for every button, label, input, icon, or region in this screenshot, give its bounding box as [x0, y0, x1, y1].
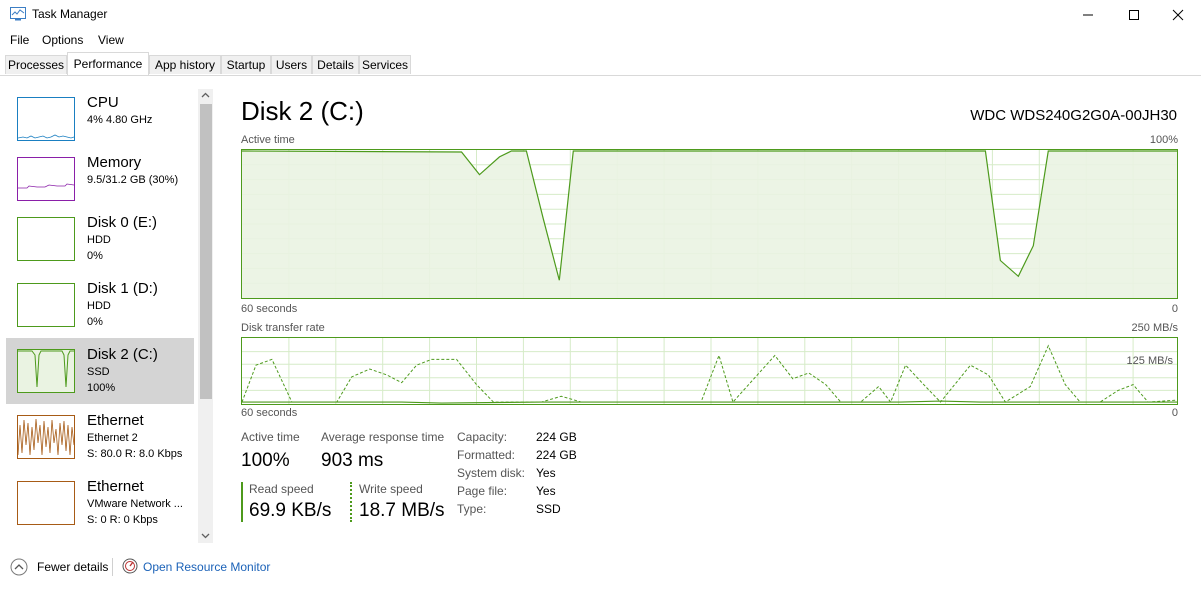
window-title: Task Manager — [32, 7, 108, 21]
sidebar-item-throughput: S: 80.0 R: 8.0 Kbps — [87, 448, 183, 460]
tab-bar: Processes Performance App history Startu… — [0, 50, 1201, 76]
formatted-value: 224 GB — [536, 448, 577, 462]
transfer-rate-graph-mid: 125 MB/s — [1126, 355, 1173, 367]
formatted-label: Formatted: — [457, 448, 516, 462]
menu-options[interactable]: Options — [42, 33, 83, 47]
tab-details[interactable]: Details — [312, 55, 359, 74]
tab-users[interactable]: Users — [271, 55, 312, 74]
system-disk-label: System disk: — [457, 466, 526, 480]
active-time-graph-max: 100% — [1149, 134, 1178, 146]
sidebar-item-name: Disk 0 (E:) — [87, 214, 158, 231]
page-file-value: Yes — [536, 484, 556, 498]
sidebar-item-name: Disk 2 (C:) — [87, 346, 158, 363]
maximize-button[interactable] — [1111, 0, 1157, 30]
type-value: SSD — [536, 502, 561, 516]
sidebar-item-throughput: S: 0 R: 0 Kbps — [87, 514, 158, 526]
tab-app-history[interactable]: App history — [149, 55, 221, 74]
minimize-icon — [1083, 14, 1093, 16]
write-speed-value: 18.7 MB/s — [359, 500, 445, 521]
tab-startup[interactable]: Startup — [221, 55, 271, 74]
sidebar-item-name: Memory — [87, 154, 142, 171]
disk-0-thumbnail-graph — [17, 217, 75, 261]
tab-services[interactable]: Services — [359, 55, 411, 74]
avg-response-time-label: Average response time — [321, 430, 445, 444]
sidebar-item-usage: 100% — [87, 382, 116, 394]
sidebar-item-name: Ethernet — [87, 412, 144, 429]
minimize-button[interactable] — [1065, 0, 1111, 30]
transfer-rate-graph-label: Disk transfer rate — [241, 322, 325, 334]
footer-divider — [112, 558, 113, 576]
transfer-rate-graph-max: 250 MB/s — [1131, 322, 1178, 334]
cpu-thumbnail-graph — [17, 97, 75, 141]
sidebar-item-adapter: VMware Network ... — [87, 498, 183, 510]
scroll-up-arrow-icon[interactable] — [201, 92, 210, 98]
menu-file[interactable]: File — [10, 33, 29, 47]
page-file-label: Page file: — [457, 484, 508, 498]
sidebar-item-usage: 0% — [87, 250, 103, 262]
sidebar-item-name: Ethernet — [87, 478, 144, 495]
read-speed-value: 69.9 KB/s — [249, 500, 332, 521]
read-speed-label: Read speed — [249, 482, 314, 496]
sidebar-item-disk-1[interactable]: Disk 1 (D:) HDD 0% — [6, 272, 194, 338]
sidebar-item-detail: 9.5/31.2 GB (30%) — [87, 174, 179, 186]
memory-thumbnail-graph — [17, 157, 75, 201]
capacity-value: 224 GB — [536, 430, 577, 444]
sidebar-item-adapter: Ethernet 2 — [87, 432, 138, 444]
page-title: Disk 2 (C:) — [241, 96, 364, 126]
close-icon — [1172, 9, 1184, 21]
ethernet-thumbnail-graph — [17, 415, 75, 459]
sidebar-item-type: SSD — [87, 366, 110, 378]
active-time-graph-label: Active time — [241, 134, 295, 146]
system-disk-value: Yes — [536, 466, 556, 480]
footer-bar: Fewer details Open Resource Monitor — [0, 548, 1201, 591]
scroll-down-arrow-icon[interactable] — [201, 533, 210, 539]
sidebar-scroll-thumb[interactable] — [200, 104, 212, 399]
active-time-graph — [241, 149, 1178, 299]
sidebar-item-type: HDD — [87, 300, 111, 312]
transfer-rate-graph — [241, 337, 1178, 405]
capacity-label: Capacity: — [457, 430, 508, 444]
write-speed-label: Write speed — [359, 482, 423, 496]
menu-view[interactable]: View — [98, 33, 124, 47]
tab-processes[interactable]: Processes — [5, 55, 67, 74]
sidebar-item-type: HDD — [87, 234, 111, 246]
write-speed-legend-bar — [350, 482, 352, 522]
read-speed-legend-bar — [241, 482, 243, 522]
tab-performance[interactable]: Performance — [67, 52, 149, 75]
menu-bar: File Options View — [0, 30, 1201, 50]
ethernet-vmware-thumbnail-graph — [17, 481, 75, 525]
disk-model: WDC WDS240G2G0A-00JH30 — [970, 107, 1177, 124]
sidebar-item-name: Disk 1 (D:) — [87, 280, 158, 297]
transfer-rate-graph-min: 0 — [1171, 407, 1178, 419]
open-resource-monitor-label: Open Resource Monitor — [143, 560, 271, 574]
sidebar-item-ethernet-vmware[interactable]: Ethernet VMware Network ... S: 0 R: 0 Kb… — [6, 470, 194, 536]
type-label: Type: — [457, 502, 487, 516]
resource-monitor-icon — [122, 558, 138, 574]
active-time-value: 100% — [241, 450, 290, 471]
active-time-graph-min: 0 — [1171, 303, 1178, 315]
title-bar: Task Manager — [0, 0, 1201, 30]
chevron-up-circle-icon — [10, 558, 28, 576]
active-time-graph-span: 60 seconds — [241, 303, 298, 315]
sidebar-item-name: CPU — [87, 94, 119, 111]
sidebar-item-usage: 0% — [87, 316, 103, 328]
avg-response-time-value: 903 ms — [321, 450, 384, 471]
task-manager-icon — [10, 7, 26, 21]
close-button[interactable] — [1155, 0, 1201, 30]
disk-2-thumbnail-graph — [17, 349, 75, 393]
resource-sidebar: CPU 4% 4.80 GHz Memory 9.5/31.2 GB (30%)… — [0, 76, 215, 546]
sidebar-item-disk-0[interactable]: Disk 0 (E:) HDD 0% — [6, 206, 194, 272]
sidebar-item-ethernet-2[interactable]: Ethernet Ethernet 2 S: 80.0 R: 8.0 Kbps — [6, 404, 194, 470]
disk-1-thumbnail-graph — [17, 283, 75, 327]
sidebar-item-detail: 4% 4.80 GHz — [87, 114, 153, 126]
transfer-rate-graph-span: 60 seconds — [241, 407, 298, 419]
fewer-details-label: Fewer details — [37, 560, 109, 574]
sidebar-item-disk-2[interactable]: Disk 2 (C:) SSD 100% — [6, 338, 194, 404]
sidebar-item-cpu[interactable]: CPU 4% 4.80 GHz — [6, 86, 194, 152]
active-time-label: Active time — [241, 430, 300, 444]
maximize-icon — [1129, 10, 1139, 20]
sidebar-item-memory[interactable]: Memory 9.5/31.2 GB (30%) — [6, 146, 194, 212]
